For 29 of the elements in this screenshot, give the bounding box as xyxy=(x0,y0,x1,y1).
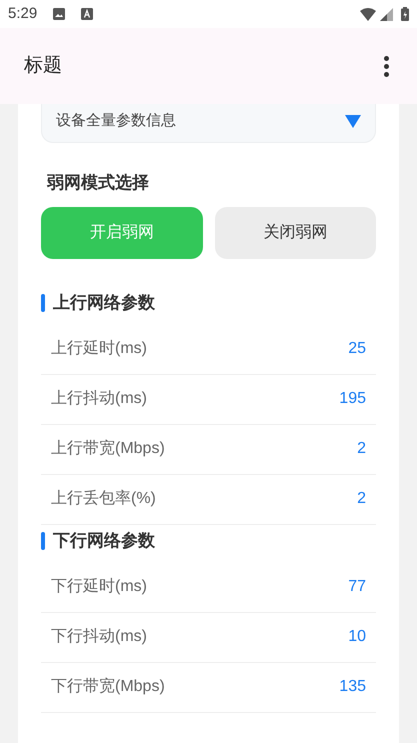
parameter-label: 上行带宽(Mbps) xyxy=(51,438,165,459)
signal-icon xyxy=(380,8,393,20)
parameter-label: 下行抖动(ms) xyxy=(51,627,147,647)
status-time: 5:29 xyxy=(8,4,38,24)
parameter-value: 2 xyxy=(357,439,366,459)
dropdown-field[interactable]: 设备全量参数信息 xyxy=(41,104,376,143)
section-title: 弱网模式选择 xyxy=(47,172,150,194)
parameter-value: 2 xyxy=(357,489,366,509)
section-title: 上行网络参数 xyxy=(53,292,155,314)
parameter-label: 上行丢包率(%) xyxy=(51,488,156,509)
parameter-value: 25 xyxy=(348,339,366,359)
parameter-value: 77 xyxy=(348,577,366,597)
parameter-value: 195 xyxy=(339,389,366,409)
parameter-label: 上行延时(ms) xyxy=(51,338,147,359)
dropdown-arrow-icon xyxy=(345,115,361,128)
notification-icon xyxy=(81,8,94,20)
section-title: 下行网络参数 xyxy=(53,530,155,552)
section-accent-bar xyxy=(41,294,45,312)
image-icon xyxy=(53,8,66,20)
section-accent-bar xyxy=(41,532,45,550)
parameter-label: 下行延时(ms) xyxy=(51,576,147,597)
app-title: 标题 xyxy=(24,54,63,78)
battery-icon xyxy=(401,7,409,21)
mode-button[interactable]: 关闭弱网 xyxy=(214,206,376,258)
parameter-value: 10 xyxy=(348,627,366,647)
wifi-icon xyxy=(360,8,376,20)
parameter-label: 上行抖动(ms) xyxy=(51,388,147,409)
parameter-value: 135 xyxy=(339,677,366,697)
parameter-label: 下行带宽(Mbps) xyxy=(51,676,165,697)
